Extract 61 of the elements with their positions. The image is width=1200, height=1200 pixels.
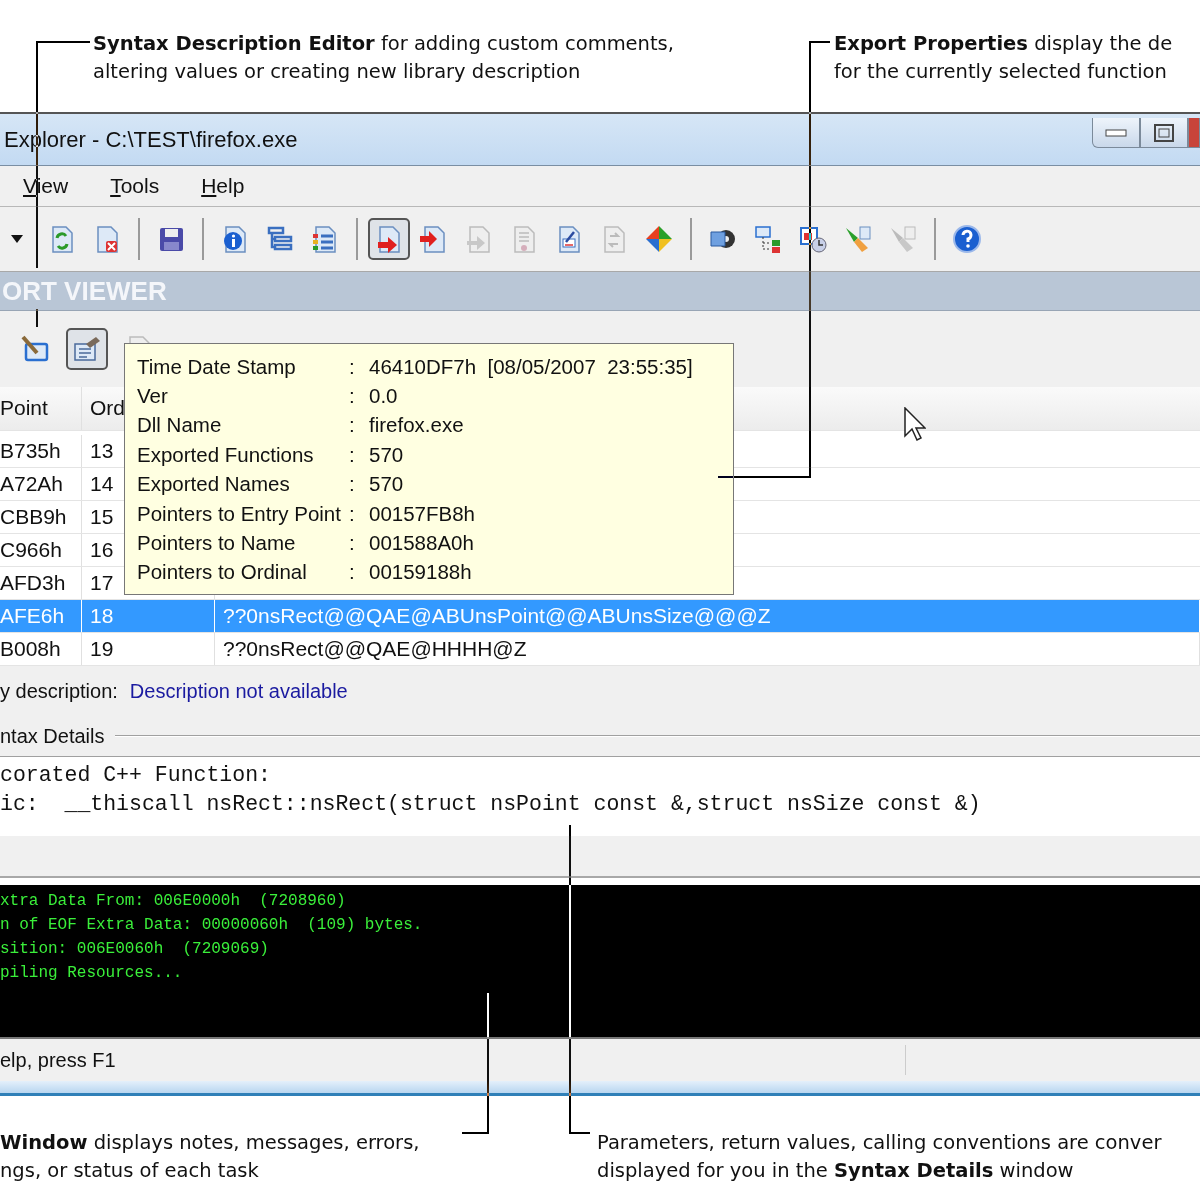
property-value: 570	[369, 442, 405, 467]
table-cell: 19	[82, 633, 215, 666]
property-value: firefox.exe	[369, 413, 465, 438]
property-value: 00159188h	[369, 560, 473, 585]
table-cell: AFD3h	[0, 566, 82, 599]
table-cell: 18	[82, 599, 215, 632]
output-line: n of EOF Extra Data: 00000060h (109) bytes.	[0, 915, 424, 936]
table-cell: B008h	[0, 633, 82, 666]
output-line: xtra Data From: 006E0000h (7208960)	[0, 891, 347, 912]
group-title: ntax Details	[0, 724, 105, 748]
output-line: sition: 006E0060h (7209069)	[0, 939, 270, 960]
menu-item[interactable]: Help	[201, 174, 245, 198]
property-colon: :	[349, 472, 356, 497]
property-value: 46410DF7h [08/05/2007 23:55:35]	[369, 354, 694, 379]
table-cell: ??0nsRect@@QAE@HHHH@Z	[215, 633, 1200, 666]
annotation-text: Window displays notes, messages, errors, ngs, or status of each task	[0, 1130, 421, 1184]
calendar-clock-icon	[798, 224, 828, 254]
property-colon: :	[349, 354, 356, 379]
annotation-text: Syntax Description Editor for adding custom comments, altering values or creating new library description	[93, 31, 675, 85]
property-label: Time Date Stamp	[137, 354, 297, 379]
property-colon: :	[349, 442, 356, 467]
output-line: piling Resources...	[0, 963, 184, 984]
toolbar-button[interactable]	[368, 218, 410, 260]
table-cell: CBB9h	[0, 500, 82, 533]
property-value: 0.0	[369, 384, 399, 409]
maximize-icon	[1154, 123, 1174, 142]
minimize-icon	[1105, 128, 1127, 137]
maximize-button[interactable]	[1140, 118, 1188, 148]
annotation-text: Export Properties display the de for the currently selected function	[834, 31, 1173, 85]
menu-item[interactable]: Tools	[110, 174, 160, 198]
property-value: 570	[369, 472, 405, 497]
panel-title: ORT VIEWER	[1, 275, 167, 307]
property-value: 00157FB8h	[369, 501, 476, 526]
status-text: elp, press F1	[0, 1048, 117, 1072]
help-icon	[952, 224, 982, 254]
property-colon: :	[349, 501, 356, 526]
table-cell: B735h	[0, 434, 82, 467]
table-cell: AFE6h	[0, 599, 82, 632]
property-value: 001588A0h	[369, 531, 475, 556]
property-colon: :	[349, 531, 356, 556]
brush-icon	[843, 224, 873, 254]
code-line: corated C++ Function:	[0, 762, 272, 789]
property-label: Ver	[137, 384, 169, 409]
brush-icon	[888, 224, 918, 254]
toolbar-button[interactable]	[66, 328, 108, 370]
diamond-icon	[644, 224, 674, 254]
tree-nodes-icon	[753, 224, 783, 254]
properties-icon	[72, 334, 102, 364]
description-value: Description not available	[129, 679, 348, 703]
annotation-text: Parameters, return values, calling conventions are conver displayed for you in the Syntax Details window	[597, 1130, 1162, 1184]
property-colon: :	[349, 384, 356, 409]
property-colon: :	[349, 413, 356, 438]
table-cell: A72Ah	[0, 467, 82, 500]
pen-card-icon	[20, 334, 50, 364]
description-label: y description:	[0, 679, 118, 703]
column-header[interactable]: Point	[0, 387, 82, 430]
table-cell: C966h	[0, 533, 82, 566]
property-colon: :	[349, 560, 356, 585]
table-cell: ??0nsRect@@QAE@ABUnsPoint@@ABUnsSize@@@Z	[215, 599, 1200, 632]
caret-icon	[11, 235, 23, 243]
code-line: ic: __thiscall nsRect::nsRect(struct nsPoint const &,struct nsSize const &)	[0, 791, 982, 818]
